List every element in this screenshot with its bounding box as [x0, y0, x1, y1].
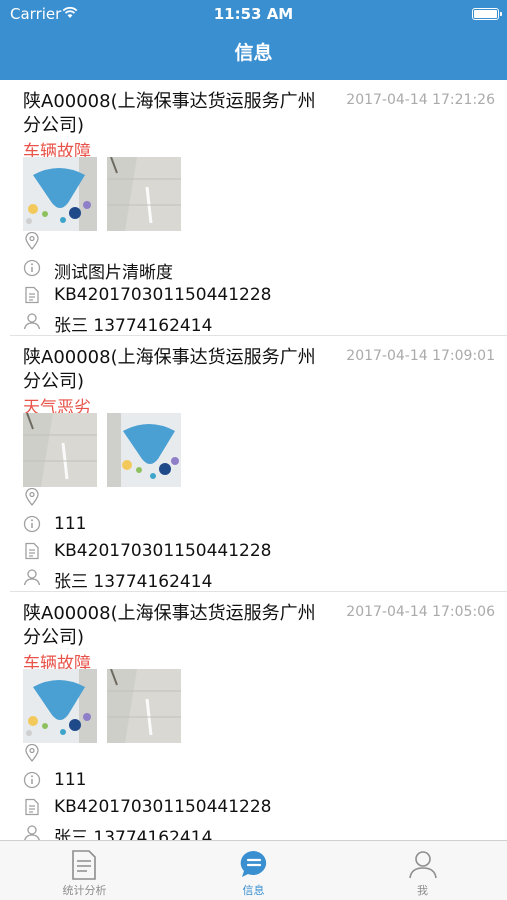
person-icon	[24, 825, 40, 840]
order-number: KB420170301150441228	[54, 541, 272, 561]
tab-label: 统计分析	[62, 884, 107, 897]
message-card[interactable]: 陕A00008(上海保事达货运服务广州分公司) 2017-04-14 17:05…	[10, 592, 507, 840]
contact-info[interactable]: 张三 13774162414	[54, 311, 212, 336]
contact-info[interactable]: 张三 13774162414	[54, 567, 212, 592]
message-card[interactable]: 陕A00008(上海保事达货运服务广州分公司) 2017-04-14 17:09…	[10, 336, 507, 592]
description-text: 111	[54, 514, 87, 534]
order-document-icon	[25, 286, 39, 304]
floor-photo-thumbnail[interactable]	[107, 157, 181, 231]
status-bar: Carrier 11:53 AM	[0, 0, 507, 28]
order-document-icon	[25, 542, 39, 560]
tab-me[interactable]: 我	[338, 841, 507, 900]
poster-photo-thumbnail[interactable]	[107, 413, 181, 487]
tab-label: 信息	[242, 884, 265, 897]
info-icon	[23, 259, 41, 277]
poster-photo-thumbnail[interactable]	[23, 157, 97, 231]
message-timestamp: 2017-04-14 17:05:06	[346, 604, 495, 620]
app-header: Carrier 11:53 AM 信息	[0, 0, 507, 80]
order-number: KB420170301150441228	[54, 797, 272, 817]
message-card[interactable]: 陕A00008(上海保事达货运服务广州分公司) 2017-04-14 17:21…	[10, 80, 507, 336]
order-document-icon	[25, 798, 39, 816]
floor-photo-thumbnail[interactable]	[107, 669, 181, 743]
info-icon	[23, 771, 41, 789]
vehicle-company-title: 陕A00008(上海保事达货运服务广州分公司)	[23, 347, 316, 392]
tab-messages[interactable]: 信息	[169, 841, 338, 900]
battery-icon	[472, 8, 502, 20]
floor-photo-thumbnail[interactable]	[23, 413, 97, 487]
contact-info[interactable]: 张三 13774162414	[54, 823, 212, 840]
person-icon	[23, 313, 41, 330]
document-icon	[72, 850, 96, 880]
message-timestamp: 2017-04-14 17:21:26	[346, 92, 495, 108]
message-timestamp: 2017-04-14 17:09:01	[346, 348, 495, 364]
description-text: 111	[54, 770, 87, 790]
location-pin-icon	[25, 744, 39, 762]
poster-photo-thumbnail[interactable]	[23, 669, 97, 743]
message-list[interactable]: 陕A00008(上海保事达货运服务广州分公司) 2017-04-14 17:21…	[0, 80, 507, 840]
page-title: 信息	[234, 42, 273, 64]
info-icon	[23, 515, 41, 533]
location-pin-icon	[25, 232, 39, 250]
description-text: 测试图片清晰度	[54, 263, 173, 283]
person-icon	[23, 569, 41, 586]
tab-statistics[interactable]: 统计分析	[0, 841, 169, 900]
vehicle-company-title: 陕A00008(上海保事达货运服务广州分公司)	[23, 91, 316, 136]
chat-bubble-icon	[240, 850, 267, 877]
person-icon	[409, 851, 437, 879]
status-time: 11:53 AM	[213, 5, 294, 23]
vehicle-company-title: 陕A00008(上海保事达货运服务广州分公司)	[23, 603, 316, 648]
tab-bar: 统计分析 信息 我	[0, 840, 507, 900]
tab-label: 我	[417, 884, 428, 897]
order-number: KB420170301150441228	[54, 285, 272, 305]
location-pin-icon	[25, 488, 39, 506]
